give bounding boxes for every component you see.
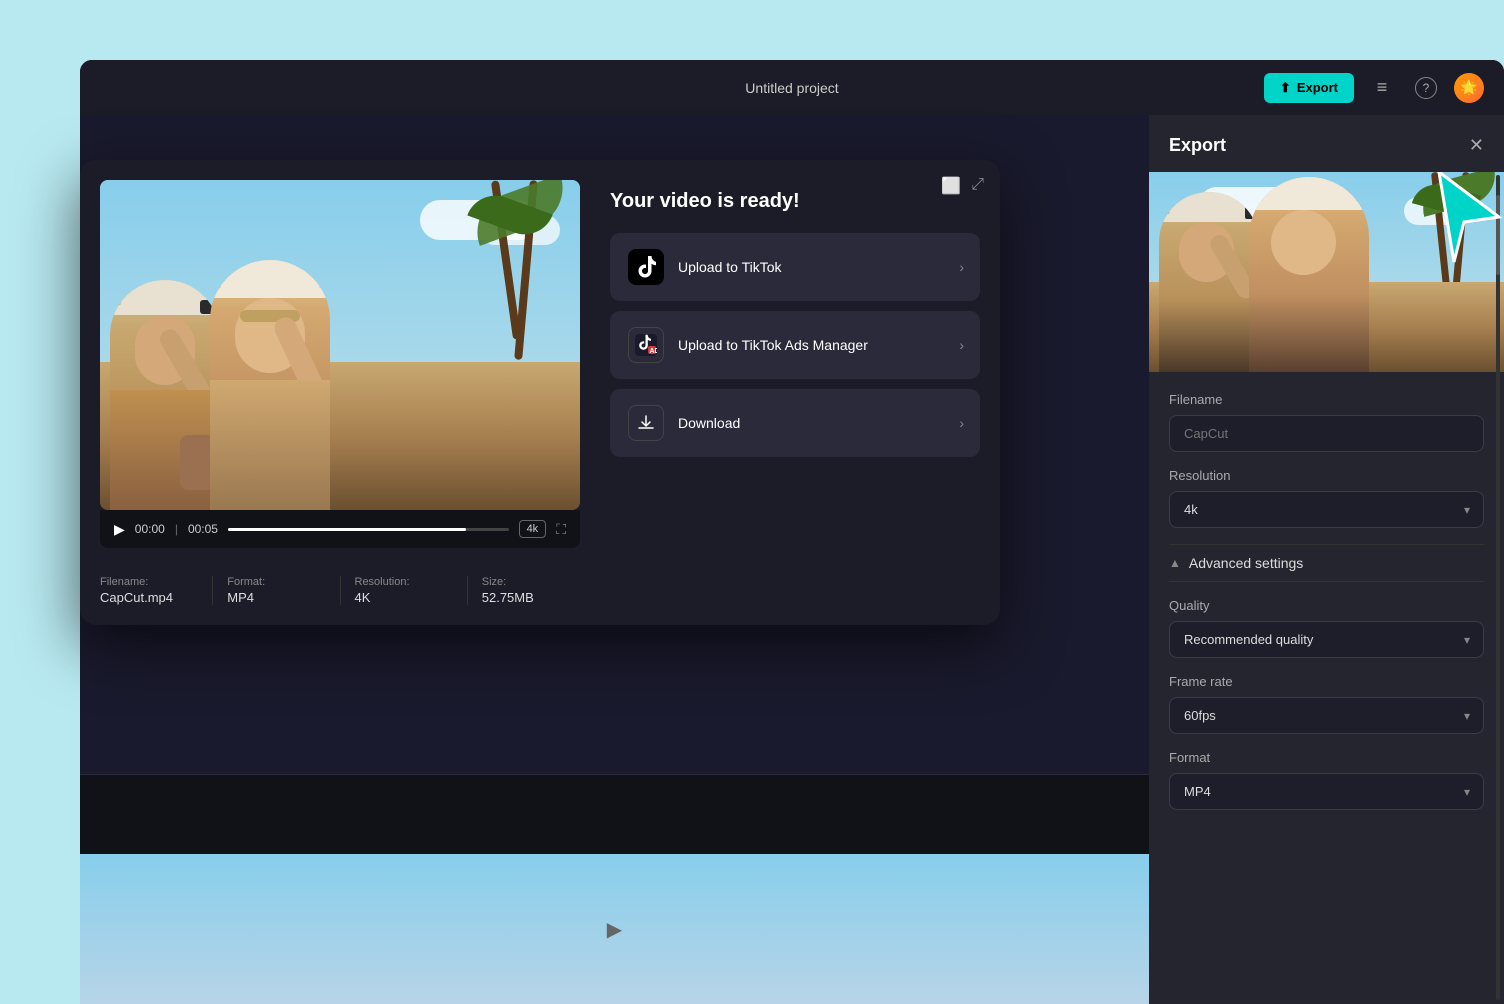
export-button[interactable]: ⬆ Export xyxy=(1264,73,1354,103)
total-time: 00:05 xyxy=(188,522,218,536)
header-bar: Untitled project ⬆ Export ≡ ? 🌟 xyxy=(80,60,1504,115)
tiktok-ads-arrow-icon: › xyxy=(959,337,964,353)
progress-bar[interactable] xyxy=(228,528,509,531)
quality-select-wrapper: Recommended quality High quality Medium … xyxy=(1169,621,1484,658)
file-info: Filename: CapCut.mp4 Format: MP4 Resolut… xyxy=(100,562,580,605)
fullscreen-button[interactable]: ⛶ xyxy=(556,521,566,538)
download-arrow-icon: › xyxy=(959,415,964,431)
bottom-play-icon[interactable]: ▶ xyxy=(607,917,622,942)
video-container: ▶ 00:00 | 00:05 4k ⛶ Filename: CapCut.mp… xyxy=(100,180,580,605)
svg-text:AD: AD xyxy=(650,348,658,355)
format-field-label: Format xyxy=(1169,750,1484,765)
tiktok-ads-icon: AD xyxy=(628,327,664,363)
user-avatar[interactable]: 🌟 xyxy=(1454,73,1484,103)
format-label: Format: xyxy=(227,576,325,588)
layers-icon: ≡ xyxy=(1377,77,1388,98)
fullscreen-icon[interactable]: ⤢ xyxy=(971,176,984,196)
upload-tiktok-ads-button[interactable]: AD Upload to TikTok Ads Manager › xyxy=(610,311,980,379)
resolution-info: Resolution: 4K xyxy=(341,576,468,605)
filename-info: Filename: CapCut.mp4 xyxy=(100,576,213,605)
framerate-select-wrapper: 60fps 30fps 24fps ▾ xyxy=(1169,697,1484,734)
tiktok-arrow-icon: › xyxy=(959,259,964,275)
progress-fill xyxy=(228,528,467,531)
action-section: Your video is ready! Upload to TikTok › xyxy=(610,180,980,467)
format-value: MP4 xyxy=(227,590,325,605)
format-select[interactable]: MP4 MOV WebM xyxy=(1169,773,1484,810)
framerate-select[interactable]: 60fps 30fps 24fps xyxy=(1169,697,1484,734)
upload-tiktok-button[interactable]: Upload to TikTok › xyxy=(610,233,980,301)
main-content: ▶ ⬜ ⤢ xyxy=(80,115,1504,1004)
upload-icon: ⬆ xyxy=(1280,80,1291,96)
bottom-preview: ▶ xyxy=(80,854,1149,1004)
resolution-label: Resolution: xyxy=(355,576,453,588)
upload-tiktok-label: Upload to TikTok xyxy=(678,259,782,275)
quality-badge: 4k xyxy=(519,520,547,538)
help-icon: ? xyxy=(1415,77,1437,99)
quality-field-label: Quality xyxy=(1169,598,1484,613)
export-panel: Export ✕ xyxy=(1149,115,1504,1004)
timeline-area xyxy=(80,774,1149,854)
quality-select[interactable]: Recommended quality High quality Medium … xyxy=(1169,621,1484,658)
resolution-select[interactable]: 4k 1080p 720p xyxy=(1169,491,1484,528)
video-photo xyxy=(100,180,580,510)
upload-tiktok-ads-label: Upload to TikTok Ads Manager xyxy=(678,337,868,353)
resolution-value: 4K xyxy=(355,590,453,605)
modal-header-icons: ⬜ ⤢ xyxy=(941,176,984,196)
filename-input[interactable] xyxy=(1169,415,1484,452)
export-form: Filename Resolution 4k 1080p 720p ▾ ▲ Ad… xyxy=(1149,392,1504,846)
time-separator: | xyxy=(175,522,178,536)
filename-field-label: Filename xyxy=(1169,392,1484,407)
filename-label: Filename: xyxy=(100,576,198,588)
avatar-icon: 🌟 xyxy=(1460,79,1477,96)
resolution-field-label: Resolution xyxy=(1169,468,1484,483)
play-button[interactable]: ▶ xyxy=(114,521,125,538)
video-section: ▶ 00:00 | 00:05 4k ⛶ Filename: CapCut.mp… xyxy=(100,180,980,605)
toggle-chevron-icon: ▲ xyxy=(1169,556,1181,570)
framerate-field-label: Frame rate xyxy=(1169,674,1484,689)
advanced-settings-toggle[interactable]: ▲ Advanced settings xyxy=(1169,544,1484,582)
export-panel-title: Export xyxy=(1169,135,1226,156)
header-right: ⬆ Export ≡ ? 🌟 xyxy=(1264,72,1484,104)
layers-icon-button[interactable]: ≡ xyxy=(1366,72,1398,104)
scrollbar-track xyxy=(1496,175,1500,1000)
export-panel-header: Export ✕ xyxy=(1149,115,1504,172)
download-button[interactable]: Download › xyxy=(610,389,980,457)
filename-value: CapCut.mp4 xyxy=(100,590,198,605)
project-title: Untitled project xyxy=(745,80,838,96)
help-icon-button[interactable]: ? xyxy=(1410,72,1442,104)
export-preview-thumbnail xyxy=(1149,172,1504,372)
video-controls: ▶ 00:00 | 00:05 4k ⛶ xyxy=(100,510,580,548)
advanced-settings-label: Advanced settings xyxy=(1189,555,1303,571)
size-label: Size: xyxy=(482,576,580,588)
video-ready-title: Your video is ready! xyxy=(610,190,980,213)
tiktok-icon xyxy=(628,249,664,285)
size-info: Size: 52.75MB xyxy=(468,576,580,605)
resolution-select-wrapper: 4k 1080p 720p ▾ xyxy=(1169,491,1484,528)
export-close-button[interactable]: ✕ xyxy=(1469,135,1484,156)
video-thumbnail xyxy=(100,180,580,510)
format-info: Format: MP4 xyxy=(213,576,340,605)
bottom-content: ▶ xyxy=(80,854,1149,1004)
subtitle-icon[interactable]: ⬜ xyxy=(941,176,961,196)
size-value: 52.75MB xyxy=(482,590,580,605)
format-select-wrapper: MP4 MOV WebM ▾ xyxy=(1169,773,1484,810)
current-time: 00:00 xyxy=(135,522,165,536)
download-icon xyxy=(628,405,664,441)
download-label: Download xyxy=(678,415,740,431)
video-ready-modal: ⬜ ⤢ xyxy=(80,160,1000,625)
